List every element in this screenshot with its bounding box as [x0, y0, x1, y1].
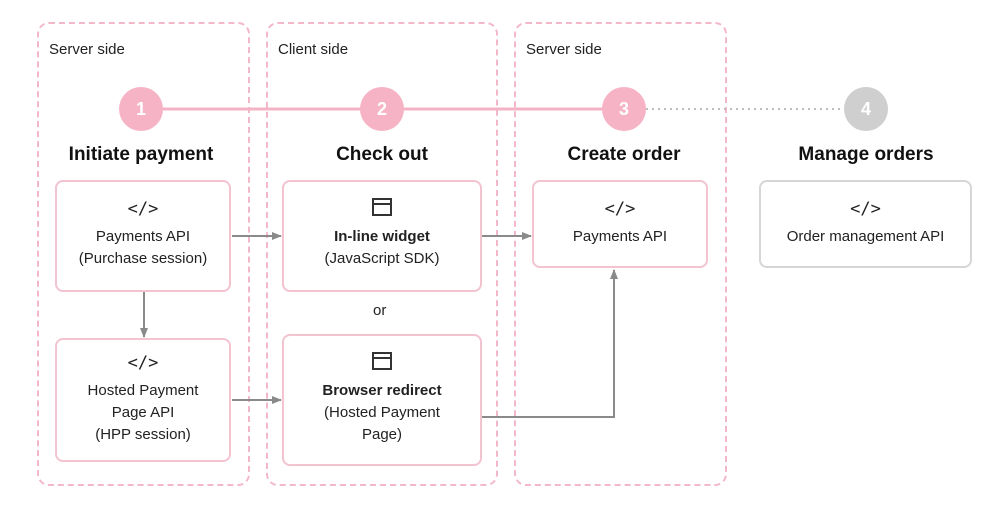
arrow-redirect-to-order — [482, 269, 618, 418]
code-icon: </> — [127, 353, 159, 373]
card-line: Page API — [111, 404, 175, 421]
card-subtitle: (Hosted Payment — [324, 404, 440, 421]
card-line: Hosted Payment — [87, 382, 199, 399]
card-line: (HPP session) — [95, 426, 191, 443]
code-icon: </> — [604, 199, 636, 219]
step-1-badge: 1 — [119, 87, 163, 131]
card-subtitle: (JavaScript SDK) — [324, 250, 440, 267]
step-3-badge: 3 — [602, 87, 646, 131]
card-title: Browser redirect — [322, 382, 442, 399]
card-payments-api-create-order: </> Payments API — [532, 180, 708, 268]
card-payments-api-purchase-session: </> Payments API (Purchase session) — [55, 180, 231, 292]
card-line: Order management API — [786, 228, 945, 245]
card-browser-redirect: Browser redirect (Hosted Payment Page) — [282, 334, 482, 466]
card-line: Payments API — [95, 228, 191, 245]
code-icon: </> — [850, 199, 881, 219]
card-line: Payments API — [572, 228, 668, 245]
card-order-management-api: </> Order management API — [759, 180, 972, 268]
card-title: In-line widget — [334, 228, 430, 245]
card-line: (Purchase session) — [78, 250, 208, 267]
card-subtitle: Page) — [361, 426, 403, 443]
step-4-badge: 4 — [844, 87, 888, 131]
browser-window-icon — [372, 198, 392, 216]
step-2-badge: 2 — [360, 87, 404, 131]
card-hosted-payment-page-api: </> Hosted Payment Page API (HPP session… — [55, 338, 231, 462]
card-inline-widget: In-line widget (JavaScript SDK) — [282, 180, 482, 292]
code-icon: </> — [127, 199, 159, 219]
browser-window-icon — [372, 352, 392, 370]
